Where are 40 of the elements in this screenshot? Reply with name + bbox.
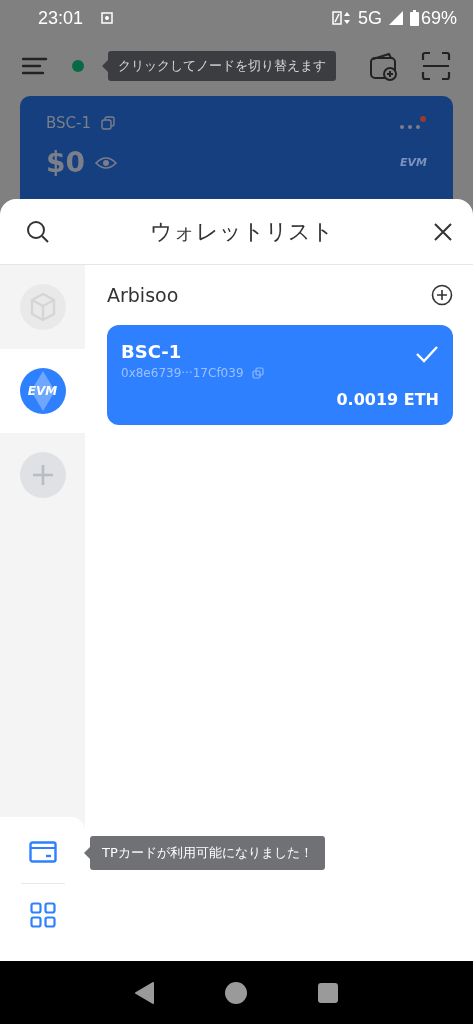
battery-level: 69% xyxy=(420,7,457,29)
scan-icon[interactable] xyxy=(421,51,451,81)
battery-icon xyxy=(409,10,419,26)
add-circle-icon[interactable] xyxy=(431,284,453,306)
wallet-add-icon[interactable] xyxy=(369,51,399,81)
settings-icon xyxy=(101,12,114,24)
tooltip-pointer xyxy=(102,60,108,72)
close-icon[interactable] xyxy=(433,221,453,242)
wallet-address: 0x8e6739···17Cf039 xyxy=(121,366,244,380)
chain-tab[interactable]: EVM xyxy=(0,349,85,433)
card-tooltip: TPカードが利用可能になりました！ xyxy=(90,836,325,870)
diamond-icon xyxy=(30,371,55,411)
home-icon[interactable] xyxy=(225,981,248,1004)
tooltip-pointer xyxy=(84,847,90,859)
more-icon[interactable] xyxy=(399,115,427,131)
check-icon xyxy=(415,345,439,363)
status-time: 23:01 xyxy=(38,7,84,29)
eye-icon[interactable] xyxy=(94,155,117,170)
wallet-name: BSC-1 xyxy=(46,114,91,132)
signal-icon xyxy=(387,10,404,26)
wallet-balance: $0 xyxy=(46,146,85,179)
back-icon[interactable] xyxy=(135,981,156,1004)
wallet-item[interactable]: BSC-1 0x8e6739···17Cf039 0.0019 ETH xyxy=(107,325,453,425)
wallet-balance: 0.0019 ETH xyxy=(336,390,439,409)
chain-label: EVM xyxy=(400,156,427,169)
menu-icon[interactable] xyxy=(22,56,48,76)
card-icon[interactable] xyxy=(28,841,57,863)
node-tooltip: クリックしてノードを切り替えます xyxy=(108,51,336,81)
node-status-dot[interactable] xyxy=(72,60,84,72)
grid-icon[interactable] xyxy=(29,902,56,928)
sheet-title: ウォレットリスト xyxy=(148,217,335,246)
recents-icon[interactable] xyxy=(317,982,338,1003)
phone-icon xyxy=(331,10,352,26)
wallet-name: BSC-1 xyxy=(121,341,183,362)
copy-icon[interactable] xyxy=(101,116,115,130)
cube-icon xyxy=(19,284,66,330)
chain-label: EVM xyxy=(27,384,58,398)
search-icon[interactable] xyxy=(26,219,50,244)
network-label: 5G xyxy=(357,7,382,29)
group-name: Arbisoo xyxy=(107,284,179,306)
